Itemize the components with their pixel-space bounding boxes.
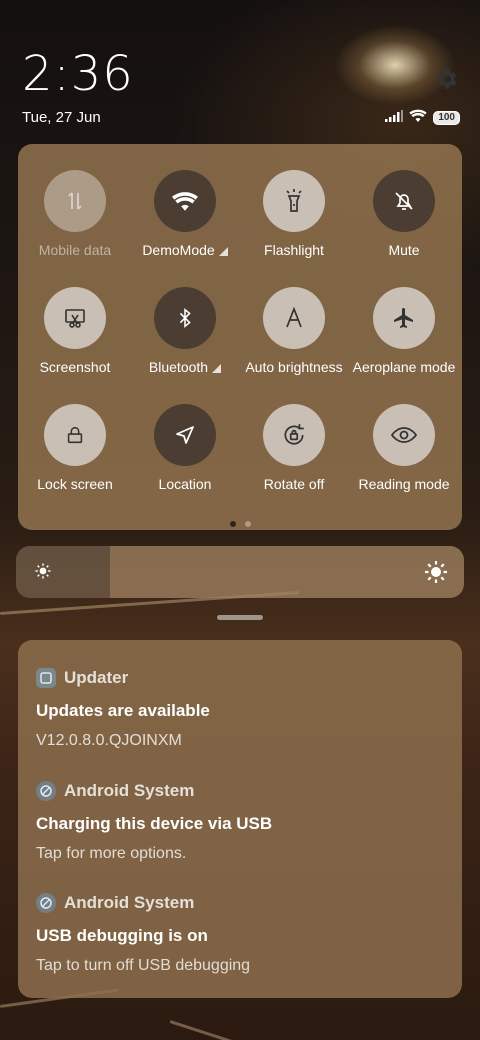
tile-auto-brightness[interactable]: Auto brightness [239,287,349,375]
location-icon[interactable] [154,404,216,466]
page-dot[interactable] [229,521,236,527]
expand-triangle-icon [212,364,222,373]
brightness-low-icon [34,562,52,585]
notification-text: Tap to turn off USB debugging [36,957,251,974]
tile-label: Lock screen [37,476,113,492]
notification-title: Updates are available [36,701,210,720]
rotate-lock-icon[interactable] [263,404,325,466]
tile-label: Aeroplane mode [352,359,456,375]
tile-demomode[interactable]: DemoMode [130,170,240,258]
tile-label: Bluetooth [148,359,209,375]
notification-title: USB debugging is on [36,926,208,945]
gear-icon[interactable] [433,66,459,92]
clock[interactable]: 2:36 [22,46,134,102]
tile-lock-screen[interactable]: Lock screen [20,404,130,492]
bluetooth-icon[interactable] [154,287,216,349]
lock-icon[interactable] [44,404,106,466]
tile-label: Flashlight [264,242,324,258]
notification-app-name: Android System [64,781,195,800]
notification-text: V12.0.8.0.QJOINXM [36,732,182,749]
mobile-data-icon[interactable] [44,170,106,232]
notification-app-name: Android System [64,893,195,912]
notification-text: Tap for more options. [36,845,187,862]
brightness-high-icon [424,560,448,589]
tile-aeroplane-mode[interactable]: Aeroplane mode [349,287,459,375]
wifi-icon [409,109,427,127]
tile-rotate-off[interactable]: Rotate off [239,404,349,492]
brightness-slider-fill [16,546,111,598]
tile-location[interactable]: Location [130,404,240,492]
tile-label: DemoMode [142,242,215,258]
quick-settings-panel: Mobile data DemoMode Flashlight Mute Scr… [18,144,462,530]
system-status-icons: 100 [385,109,460,127]
tile-mobile-data[interactable]: Mobile data [20,170,130,258]
tile-bluetooth[interactable]: Bluetooth [130,287,240,375]
tile-screenshot[interactable]: Screenshot [20,287,130,375]
bell-off-icon[interactable] [373,170,435,232]
battery-icon: 100 [433,111,460,125]
updater-app-icon [36,668,56,688]
notification-updater[interactable]: Updater Updates are available V12.0.8.0.… [36,668,444,750]
tile-label: Reading mode [358,476,450,492]
wifi-icon[interactable] [154,170,216,232]
brightness-slider[interactable] [16,546,464,598]
tile-label: Mobile data [38,242,112,258]
tile-label: Location [158,476,212,492]
flashlight-icon[interactable] [263,170,325,232]
auto-brightness-icon[interactable] [263,287,325,349]
notification-charging[interactable]: Android System Charging this device via … [36,781,444,863]
tile-label: Auto brightness [245,359,343,375]
android-system-icon [36,781,56,801]
notification-usb-debugging[interactable]: Android System USB debugging is on Tap t… [36,893,444,975]
tile-flashlight[interactable]: Flashlight [239,170,349,258]
tile-label: Rotate off [263,476,325,492]
airplane-icon[interactable] [373,287,435,349]
page-dot[interactable] [244,521,251,527]
date[interactable]: Tue, 27 Jun [22,109,101,126]
signal-icon [385,109,404,127]
notification-app-name: Updater [64,668,129,687]
background-light-streak [169,1020,257,1040]
screenshot-icon[interactable] [44,287,106,349]
page-indicator[interactable] [18,521,462,527]
tile-mute[interactable]: Mute [349,170,459,258]
expand-triangle-icon [218,247,228,256]
eye-icon[interactable] [373,404,435,466]
notification-panel: Updater Updates are available V12.0.8.0.… [18,640,462,998]
android-system-icon [36,893,56,913]
tile-reading-mode[interactable]: Reading mode [349,404,459,492]
tile-label: Mute [388,242,420,258]
drag-handle[interactable] [217,615,263,620]
tile-label: Screenshot [39,359,111,375]
notification-title: Charging this device via USB [36,814,273,833]
